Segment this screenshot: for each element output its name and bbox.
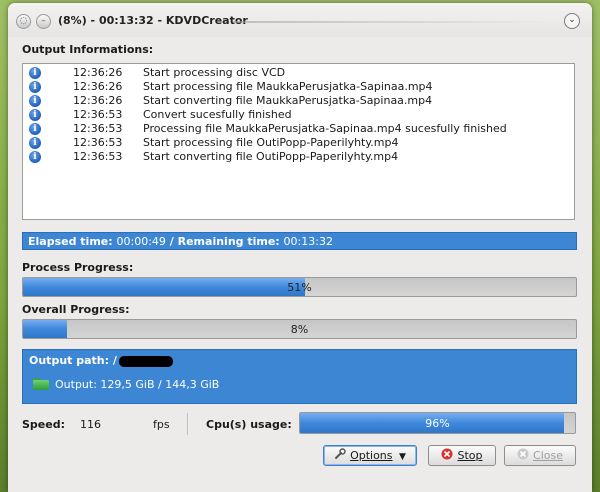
log-time: 12:36:26 (73, 94, 123, 107)
time-status-bar: Elapsed time: 00:00:49 / Remaining time:… (22, 232, 577, 250)
title-bar: ◌ – (8%) - 00:13:32 - KDVDCreator ⌄ (8, 3, 592, 37)
output-info-label: Output Informations: (22, 43, 154, 56)
log-time: 12:36:53 (73, 122, 123, 135)
cpu-label: Cpu(s) usage: (206, 418, 292, 431)
minimize-icon[interactable]: – (36, 14, 51, 29)
log-time: 12:36:53 (73, 150, 123, 163)
log-row[interactable]: i 12:36:53 Convert sucesfully finished (23, 108, 574, 122)
output-path-title: Output path: / (29, 354, 570, 367)
cpu-usage-bar: 96% (299, 412, 576, 434)
process-progress-text: 51% (287, 281, 312, 294)
kdvdcreator-window: ◌ – (8%) - 00:13:32 - KDVDCreator ⌄ Outp… (8, 3, 592, 492)
log-message: Start processing disc VCD (143, 66, 286, 79)
log-message: Processing file MaukkaPerusjatka-Sapinaa… (143, 122, 507, 135)
overall-progress-bar: 8% (22, 319, 577, 339)
info-icon: i (29, 123, 41, 135)
overall-progress-text: 8% (290, 323, 309, 336)
cpu-usage-text: 96% (425, 417, 450, 430)
close-button[interactable]: Close (504, 445, 576, 466)
close-icon (517, 447, 529, 466)
elapsed-label: Elapsed time: (28, 235, 113, 248)
log-time: 12:36:53 (73, 108, 123, 121)
log-message: Start processing file OutiPopp-Paperilyh… (143, 136, 399, 149)
remaining-value: 00:13:32 (283, 235, 333, 248)
log-row[interactable]: i 12:36:53 Start processing file OutiPopp-… (23, 136, 574, 150)
log-message: Convert sucesfully finished (143, 108, 292, 121)
stop-icon (441, 447, 453, 466)
log-time: 12:36:26 (73, 80, 123, 93)
options-label: Options (350, 449, 393, 462)
wrench-icon (334, 447, 346, 466)
stop-button[interactable]: Stop (428, 445, 496, 466)
speed-unit: fps (153, 418, 170, 431)
log-list[interactable]: i 12:36:26 Start processing disc VCD i 12:36… (22, 63, 575, 220)
info-icon: i (29, 109, 41, 121)
close-label: Close (533, 449, 563, 462)
info-icon: i (29, 151, 41, 163)
info-icon: i (29, 95, 41, 107)
log-time: 12:36:53 (73, 136, 123, 149)
log-row[interactable]: i 12:36:53 Start converting file OutiPopp-… (23, 150, 574, 164)
stats-divider (187, 413, 188, 435)
log-message: Start processing file MaukkaPerusjatka-S… (143, 80, 433, 93)
log-message: Start converting file MaukkaPerusjatka-S… (143, 94, 433, 107)
output-size: Output: 129,5 GiB / 144,3 GiB (55, 378, 220, 391)
log-time: 12:36:26 (73, 66, 123, 79)
process-progress-label: Process Progress: (22, 261, 134, 274)
log-row[interactable]: i 12:36:53 Processing file MaukkaPerusjatk… (23, 122, 574, 136)
log-row[interactable]: i 12:36:26 Start converting file MaukkaPer… (23, 94, 574, 108)
window-menu-icon[interactable]: ◌ (16, 14, 31, 29)
chevron-down-icon: ▼ (399, 452, 406, 462)
info-icon: i (29, 81, 41, 93)
output-path-label: Output path: / (29, 354, 117, 367)
info-icon: i (29, 67, 41, 79)
chevron-down-icon[interactable]: ⌄ (564, 13, 580, 29)
log-message: Start converting file OutiPopp-Paperilyh… (143, 150, 399, 163)
folder-icon (33, 378, 49, 390)
process-progress-bar: 51% (22, 277, 577, 297)
title-divider (233, 21, 552, 23)
info-icon: i (29, 137, 41, 149)
elapsed-value: 00:00:49 (116, 235, 166, 248)
time-separator: / (169, 235, 174, 248)
window-title: (8%) - 00:13:32 - KDVDCreator (58, 14, 248, 27)
overall-progress-label: Overall Progress: (22, 303, 130, 316)
remaining-label: Remaining time: (177, 235, 280, 248)
stop-label: Stop (457, 449, 483, 462)
output-path-panel: Output path: / Output: 129,5 GiB / 144,3… (22, 349, 577, 404)
speed-label: Speed: (22, 418, 65, 431)
log-row[interactable]: i 12:36:26 Start processing disc VCD (23, 66, 574, 80)
redacted-path (118, 355, 173, 367)
speed-value: 116 (80, 418, 101, 431)
log-row[interactable]: i 12:36:26 Start processing file MaukkaPer… (23, 80, 574, 94)
options-button[interactable]: Options ▼ (323, 445, 417, 466)
